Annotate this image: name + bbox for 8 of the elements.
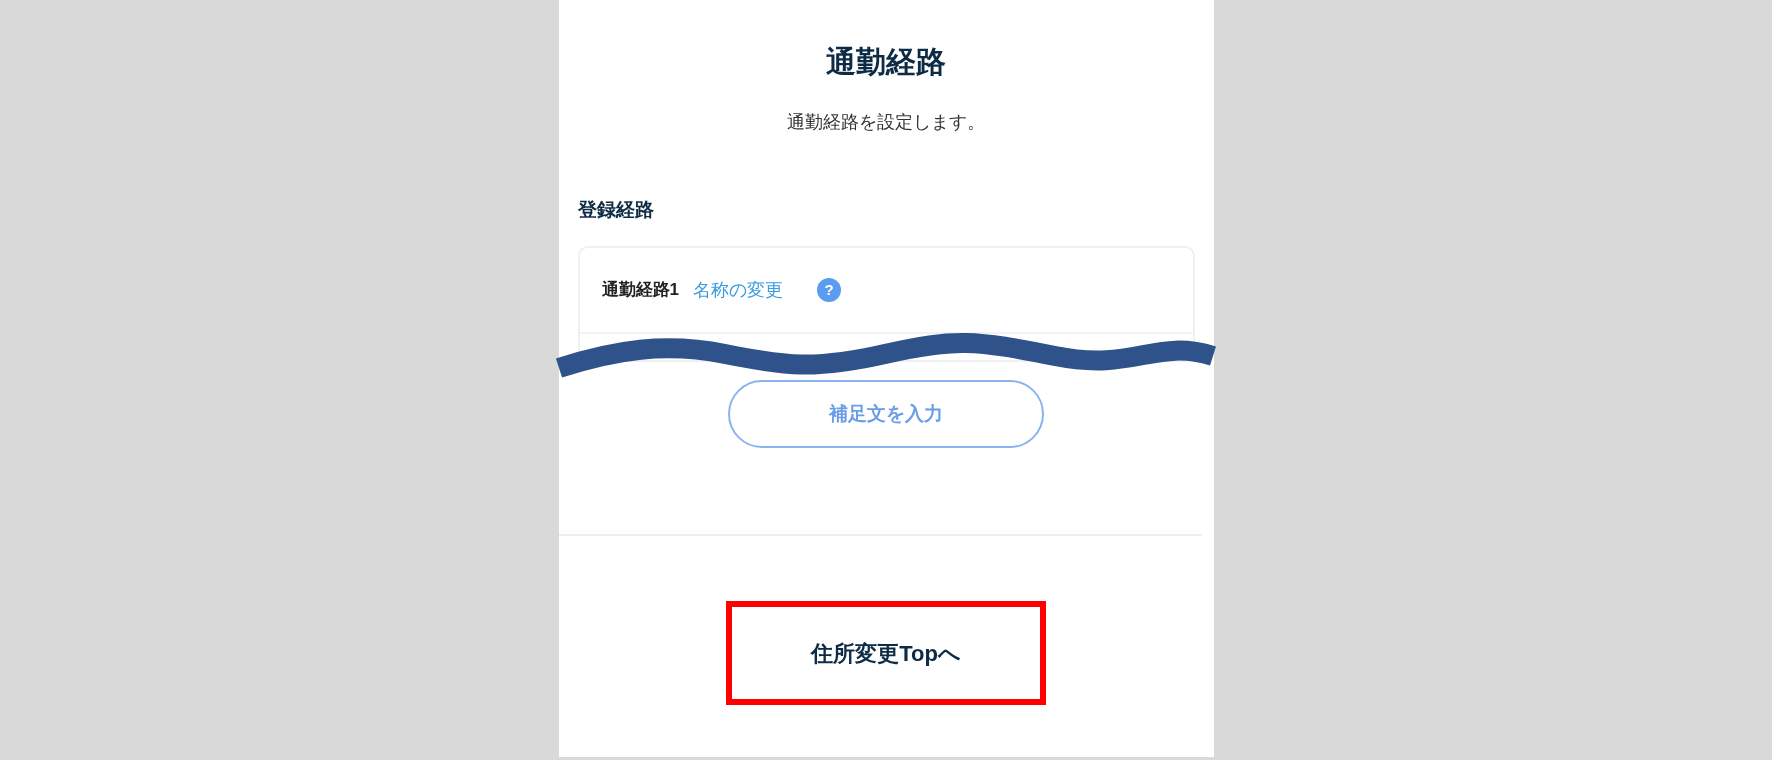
top-link-button[interactable]: 住所変更Topへ <box>726 601 1046 705</box>
page-description: 通勤経路を設定します。 <box>787 111 985 134</box>
help-icon[interactable]: ? <box>816 278 841 302</box>
rename-link[interactable]: 名称の変更 <box>692 276 783 304</box>
route-name: 通勤経路1 <box>601 279 679 302</box>
section-heading: 登録経路 <box>577 198 655 222</box>
supplement-button[interactable]: 補足文を入力 <box>728 380 1044 448</box>
page-title: 通勤経路 <box>826 44 946 80</box>
